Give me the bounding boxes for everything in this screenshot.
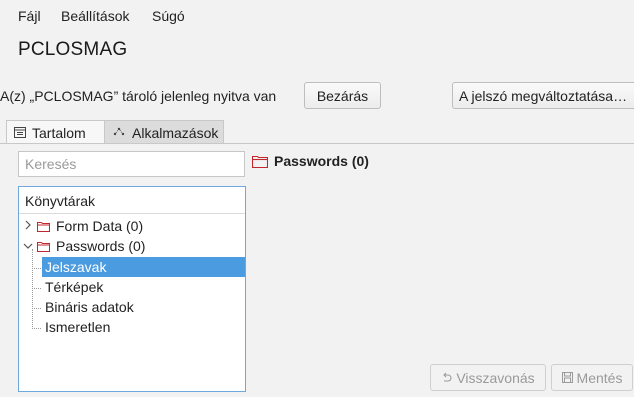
tree-child-binaris-adatok[interactable]: Bináris adatok [42,297,134,317]
tree-child-label: Térképek [45,279,104,295]
change-password-button[interactable]: A jelszó megváltoztatása… [452,82,634,109]
detail-header: Passwords (0) [252,153,369,169]
app-title: PCLOSMAG [18,39,128,60]
search-input[interactable] [18,151,245,177]
tree-connector [32,328,41,329]
contents-icon [14,125,26,141]
tab-divider [0,143,634,144]
chevron-down-icon[interactable] [23,238,37,254]
undo-icon [441,370,452,386]
tree-item-label: Form Data (0) [56,218,144,234]
save-icon [561,370,573,386]
tab-contents-label: Tartalom [32,124,86,141]
menu-settings[interactable]: Beállítások [61,8,129,24]
tree-child-label: Bináris adatok [45,299,134,315]
tree-child-ismeretlen[interactable]: Ismeretlen [42,317,110,337]
detail-title: Passwords (0) [274,153,369,169]
chevron-right-icon[interactable] [23,220,37,233]
tree-connector [32,308,41,309]
undo-button[interactable]: Visszavonás [430,364,546,391]
folder-icon [37,241,50,252]
tree-connector [32,268,41,269]
menu-help[interactable]: Súgó [152,8,185,24]
tab-contents[interactable]: Tartalom [6,120,105,144]
folder-tree[interactable]: Könyvtárak Form Data (0) Passwords (0) J… [18,186,246,392]
tree-child-jelszavak[interactable]: Jelszavak [42,257,245,277]
applications-icon [112,125,126,141]
tree-connector [32,288,41,289]
tree-item-form-data[interactable]: Form Data (0) [23,216,143,236]
tab-applications[interactable]: Alkalmazások [104,120,224,144]
tree-child-label: Jelszavak [45,259,107,275]
undo-label: Visszavonás [456,369,535,386]
tree-child-terkepek[interactable]: Térképek [42,277,103,297]
menu-bar: Fájl Beállítások Súgó [0,0,634,28]
close-wallet-button[interactable]: Bezárás [304,82,381,109]
tab-applications-label: Alkalmazások [132,124,219,141]
tree-connector [32,249,33,329]
tree-item-passwords[interactable]: Passwords (0) [23,236,145,256]
save-button[interactable]: Mentés [551,364,633,391]
tree-child-label: Ismeretlen [45,319,111,335]
tab-bar: Tartalom Alkalmazások [6,120,224,144]
tree-item-label: Passwords (0) [56,238,146,254]
folder-icon [252,155,268,168]
folder-icon [37,221,50,232]
tree-header: Könyvtárak [19,187,245,214]
menu-file[interactable]: Fájl [18,8,41,24]
wallet-status-text: A(z) „PCLOSMAG” tároló jelenleg nyitva v… [0,88,277,104]
save-label: Mentés [576,369,623,386]
